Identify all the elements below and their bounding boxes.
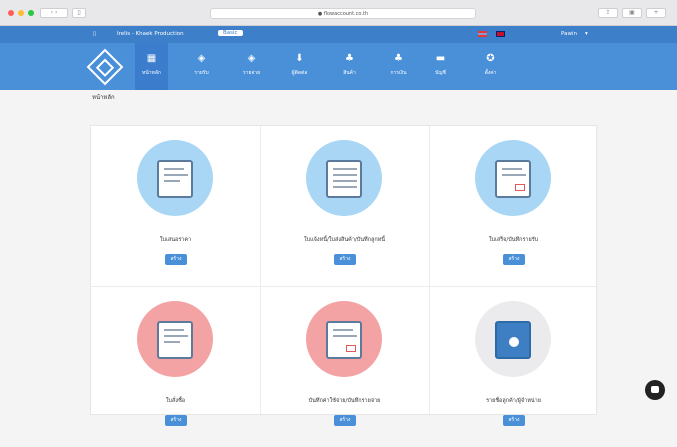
- nav-settings[interactable]: ✪ ตั้งค่า: [474, 43, 507, 90]
- maximize-window-icon[interactable]: [28, 10, 34, 16]
- nav-home[interactable]: ▦ หน้าหลัก: [135, 43, 168, 90]
- tabs-icon[interactable]: ▣: [622, 8, 642, 18]
- create-expense-button[interactable]: สร้าง: [334, 415, 356, 426]
- browser-chrome: ‹ › ▯ ● flowaccount.co.th ⇪ ▣ +: [0, 0, 677, 26]
- nav-expense[interactable]: ◈ รายจ่าย: [235, 43, 268, 90]
- uk-flag-icon[interactable]: [496, 31, 505, 37]
- purchase-order-icon: [137, 301, 213, 377]
- tile-label: บันทึกค่าใช้จ่าย/บันทึกรายจ่าย: [308, 398, 381, 404]
- nav-accounting[interactable]: ▬ บัญชี: [424, 43, 457, 90]
- new-tab-icon[interactable]: +: [646, 8, 666, 18]
- address-bar[interactable]: ● flowaccount.co.th: [210, 8, 476, 19]
- back-forward-buttons[interactable]: ‹ ›: [40, 8, 68, 18]
- tile-label: รายชื่อลูกค้า/ผู้จำหน่าย: [486, 398, 541, 404]
- receipt-icon: [475, 140, 551, 216]
- tile-invoice[interactable]: ใบแจ้งหนี้/ใบส่งสินค้า/บันทึกลูกหนี้ สร้…: [260, 126, 429, 286]
- nav-products[interactable]: ♣ สินค้า: [333, 43, 366, 90]
- tile-label: ใบเสร็จ/บันทึกรายรับ: [488, 237, 539, 243]
- dashboard-icon: ▦: [146, 53, 157, 64]
- chat-icon[interactable]: [645, 380, 665, 400]
- plan-badge: Basic: [218, 30, 243, 36]
- tile-receipt[interactable]: ใบเสร็จ/บันทึกรายรับ สร้าง: [429, 126, 598, 286]
- tile-label: ใบเสนอราคา: [159, 237, 192, 243]
- address-book-icon: [475, 301, 551, 377]
- thai-flag-icon[interactable]: [478, 31, 487, 37]
- sidebar-toggle-icon[interactable]: ▯: [72, 8, 86, 18]
- nav-income[interactable]: ◈ รายรับ: [185, 43, 218, 90]
- nav-finance[interactable]: ♣ การเงิน: [382, 43, 415, 90]
- create-quotation-button[interactable]: สร้าง: [165, 254, 187, 265]
- breadcrumb[interactable]: หน้าหลัก: [92, 92, 115, 102]
- expense-record-icon: [306, 301, 382, 377]
- create-invoice-button[interactable]: สร้าง: [334, 254, 356, 265]
- nav-contacts[interactable]: ⬇ ผู้ติดต่อ: [283, 43, 316, 90]
- top-bar: ▯ Irelis - Khaek Production Basic Pawin …: [0, 26, 677, 43]
- menu-icon[interactable]: ▯: [93, 31, 96, 37]
- products-icon: ♣: [345, 53, 354, 64]
- user-menu[interactable]: Pawin: [561, 31, 577, 37]
- tile-quotation[interactable]: ใบเสนอราคา สร้าง: [91, 126, 260, 286]
- contacts-icon: ⬇: [295, 53, 304, 64]
- create-receipt-button[interactable]: สร้าง: [503, 254, 525, 265]
- invoice-icon: [306, 140, 382, 216]
- main-nav: ▦ หน้าหลัก ◈ รายรับ ◈ รายจ่าย ⬇ ผู้ติดต่อ ♣ ส…: [0, 43, 677, 90]
- chevron-down-icon[interactable]: ▾: [585, 31, 588, 37]
- document-shortcuts-card: ใบเสนอราคา สร้าง ใบแจ้งหนี้/ใบส่งสินค้า/…: [90, 125, 598, 426]
- accounting-icon: ▬: [435, 53, 446, 64]
- close-window-icon[interactable]: [8, 10, 14, 16]
- quotation-icon: [137, 140, 213, 216]
- finance-icon: ♣: [394, 53, 403, 64]
- create-purchase-order-button[interactable]: สร้าง: [165, 415, 187, 426]
- tile-contacts[interactable]: รายชื่อลูกค้า/ผู้จำหน่าย สร้าง: [429, 287, 598, 447]
- tile-purchase-order[interactable]: ใบสั่งซื้อ สร้าง: [91, 287, 260, 447]
- logo-icon[interactable]: [86, 48, 124, 86]
- share-icon[interactable]: ⇪: [598, 8, 618, 18]
- expense-icon: ◈: [247, 53, 256, 64]
- tile-label: ใบแจ้งหนี้/ใบส่งสินค้า/บันทึกลูกหนี้: [303, 237, 386, 243]
- income-icon: ◈: [197, 53, 206, 64]
- tile-expense[interactable]: บันทึกค่าใช้จ่าย/บันทึกรายจ่าย สร้าง: [260, 287, 429, 447]
- create-contact-button[interactable]: สร้าง: [503, 415, 525, 426]
- company-name[interactable]: Irelis - Khaek Production: [117, 31, 184, 37]
- minimize-window-icon[interactable]: [18, 10, 24, 16]
- tile-label: ใบสั่งซื้อ: [165, 398, 186, 404]
- settings-icon: ✪: [486, 53, 495, 64]
